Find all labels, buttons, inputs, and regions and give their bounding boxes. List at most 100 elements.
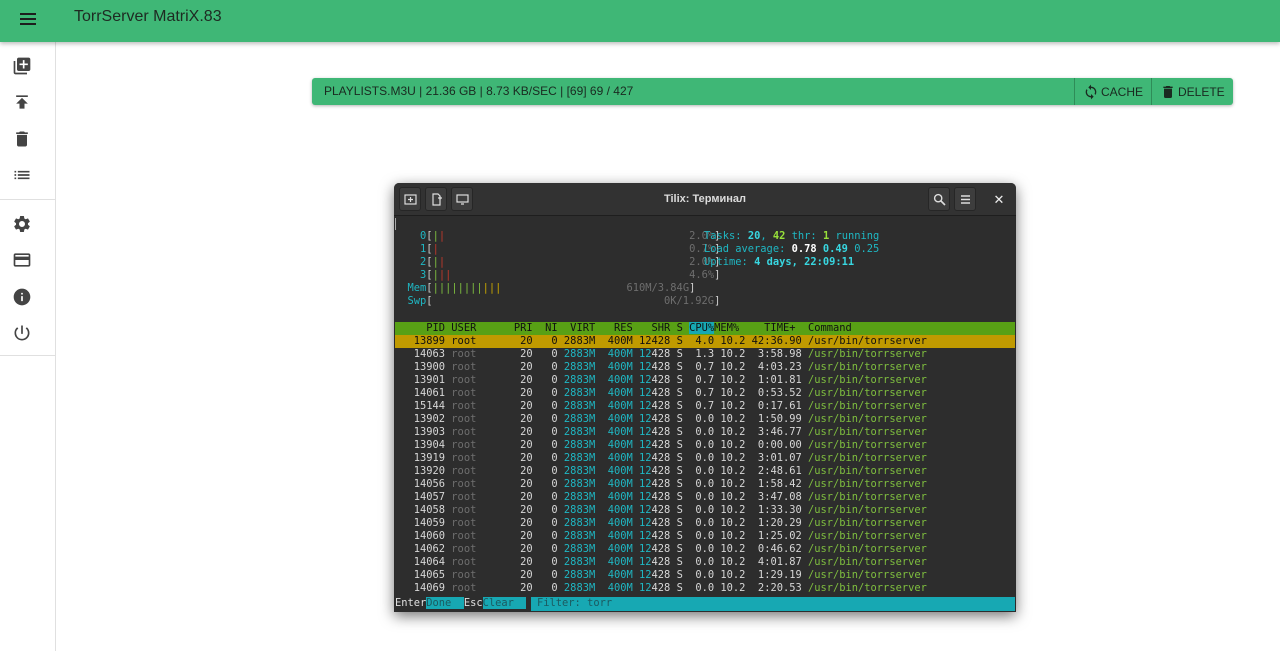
cell-shr-hi: 12 (632, 439, 652, 451)
power-icon[interactable] (10, 321, 34, 345)
done-action[interactable]: Done (426, 597, 452, 609)
table-row[interactable]: 14069 root 20 0 2883M 400M 12428 S 0.0 1… (395, 582, 1015, 595)
cell-mem: 10.2 (714, 478, 746, 490)
cell-pid: 13901 (395, 374, 446, 386)
table-row[interactable]: 14056 root 20 0 2883M 400M 12428 S 0.0 1… (395, 478, 1015, 491)
cell-pri: 20 (507, 478, 533, 490)
cell-mem: 10.2 (714, 348, 746, 360)
column-shr[interactable]: SHR (633, 322, 671, 334)
close-icon[interactable]: ✕ (990, 191, 1008, 209)
list-icon[interactable] (10, 163, 34, 187)
cell-pri: 20 (507, 582, 533, 594)
delete-icon[interactable] (10, 127, 34, 151)
cell-res: 400M (595, 374, 633, 386)
table-row[interactable]: 13904 root 20 0 2883M 400M 12428 S 0.0 1… (395, 439, 1015, 452)
column-time[interactable]: TIME+ (739, 322, 795, 334)
cell-pid: 14059 (395, 517, 446, 529)
info-icon[interactable] (10, 285, 34, 309)
load-average: Load average: 0.78 0.49 0.25 (704, 243, 880, 255)
cell-ni: 0 (532, 335, 558, 347)
column-command[interactable]: Command (795, 322, 852, 334)
table-row[interactable]: 14062 root 20 0 2883M 400M 12428 S 0.0 1… (395, 543, 1015, 556)
publish-icon[interactable] (10, 90, 34, 114)
column-mem[interactable]: MEM% (714, 322, 739, 334)
table-row[interactable]: 13919 root 20 0 2883M 400M 12428 S 0.0 1… (395, 452, 1015, 465)
process-table-header[interactable]: PID USER PRI NI VIRT RES SHR S CPU%MEM% … (395, 322, 1015, 335)
cell-shr-lo: 428 (651, 335, 671, 347)
column-cpu[interactable]: CPU% (689, 322, 715, 334)
htop-output[interactable]: 0[|| 2.0%] 1[| 0.7%] 2[|| 2.0%] 3[||| 4.… (395, 216, 1015, 612)
cell-cpu: 0.0 (689, 426, 715, 438)
cell-cmd: /usr/bin/torrserver (801, 452, 927, 464)
cell-pri: 20 (507, 491, 533, 503)
cell-pid: 13904 (395, 439, 446, 451)
credit-card-icon[interactable] (10, 248, 34, 272)
cell-pid: 14056 (395, 478, 446, 490)
cell-state: S (670, 374, 690, 386)
cell-virt: 2883M (557, 387, 596, 399)
cell-pid: 15144 (395, 400, 446, 412)
cell-state: S (670, 400, 690, 412)
table-row[interactable]: 14064 root 20 0 2883M 400M 12428 S 0.0 1… (395, 556, 1015, 569)
library-add-icon[interactable] (10, 54, 34, 78)
table-row[interactable]: 14058 root 20 0 2883M 400M 12428 S 0.0 1… (395, 504, 1015, 517)
cell-mem: 10.2 (714, 426, 746, 438)
delete-button[interactable]: DELETE (1151, 78, 1233, 105)
table-row[interactable]: 14057 root 20 0 2883M 400M 12428 S 0.0 1… (395, 491, 1015, 504)
table-row[interactable]: 14059 root 20 0 2883M 400M 12428 S 0.0 1… (395, 517, 1015, 530)
table-row[interactable]: 15144 root 20 0 2883M 400M 12428 S 0.7 1… (395, 400, 1015, 413)
cell-pri: 20 (507, 361, 533, 373)
column-res[interactable]: RES (595, 322, 633, 334)
table-row[interactable]: 13902 root 20 0 2883M 400M 12428 S 0.0 1… (395, 413, 1015, 426)
clear-action[interactable]: Clear (482, 597, 514, 609)
cell-virt: 2883M (557, 400, 596, 412)
gear-icon[interactable] (10, 212, 34, 236)
cell-virt: 2883M (557, 569, 596, 581)
table-row[interactable]: 13900 root 20 0 2883M 400M 12428 S 0.7 1… (395, 361, 1015, 374)
filter-input[interactable]: Filter: torr (531, 597, 1015, 611)
cell-user: root (445, 569, 508, 581)
menu-icon[interactable] (14, 8, 42, 32)
column-pid[interactable]: PID (395, 322, 445, 334)
column-virt[interactable]: VIRT (558, 322, 595, 334)
table-row[interactable]: 14060 root 20 0 2883M 400M 12428 S 0.0 1… (395, 530, 1015, 543)
table-row[interactable]: 13920 root 20 0 2883M 400M 12428 S 0.0 1… (395, 465, 1015, 478)
cell-mem: 10.2 (714, 361, 746, 373)
cell-pri: 20 (507, 543, 533, 555)
cell-time: 0:00.00 (745, 439, 802, 451)
table-row-selected[interactable]: 13899 root 20 0 2883M 400M 12428 S 4.0 1… (395, 335, 1015, 348)
cell-ni: 0 (532, 348, 558, 360)
column-user[interactable]: USER (445, 322, 508, 334)
cell-cpu: 4.0 (689, 335, 715, 347)
cell-mem: 10.2 (714, 465, 746, 477)
column-ni[interactable]: NI (533, 322, 558, 334)
hamburger-menu-icon[interactable] (954, 187, 976, 211)
cell-time: 1:58.42 (745, 478, 802, 490)
table-row[interactable]: 14065 root 20 0 2883M 400M 12428 S 0.0 1… (395, 569, 1015, 582)
cache-button[interactable]: CACHE (1074, 78, 1151, 105)
cell-ni: 0 (532, 517, 558, 529)
cell-time: 0:46.62 (745, 543, 802, 555)
cell-shr-hi: 12 (632, 504, 652, 516)
cell-cmd: /usr/bin/torrserver (801, 504, 927, 516)
column-state[interactable]: S (670, 322, 689, 334)
table-row[interactable]: 14061 root 20 0 2883M 400M 12428 S 0.7 1… (395, 387, 1015, 400)
cell-res: 400M (595, 452, 633, 464)
table-row[interactable]: 13901 root 20 0 2883M 400M 12428 S 0.7 1… (395, 374, 1015, 387)
table-row[interactable]: 14063 root 20 0 2883M 400M 12428 S 1.3 1… (395, 348, 1015, 361)
cell-cmd: /usr/bin/torrserver (801, 517, 927, 529)
column-pri[interactable]: PRI (508, 322, 533, 334)
cell-time: 1:33.30 (745, 504, 802, 516)
cell-shr-hi: 12 (632, 413, 652, 425)
enter-key[interactable]: Enter (395, 597, 426, 609)
cell-user: root (445, 426, 508, 438)
esc-key[interactable]: Esc (464, 597, 483, 609)
terminal-window[interactable]: Tilix: Терминал ✕ 0[|| 2.0%] 1[| 0.7%] 2… (394, 183, 1016, 612)
cell-cpu: 0.7 (689, 374, 715, 386)
table-row[interactable]: 13903 root 20 0 2883M 400M 12428 S 0.0 1… (395, 426, 1015, 439)
search-icon[interactable] (928, 187, 950, 211)
cell-pid: 14057 (395, 491, 446, 503)
torrent-card[interactable]: PLAYLISTS.M3U | 21.36 GB | 8.73 KB/SEC |… (312, 78, 1233, 105)
cell-time: 1:20.29 (745, 517, 802, 529)
cell-ni: 0 (532, 556, 558, 568)
